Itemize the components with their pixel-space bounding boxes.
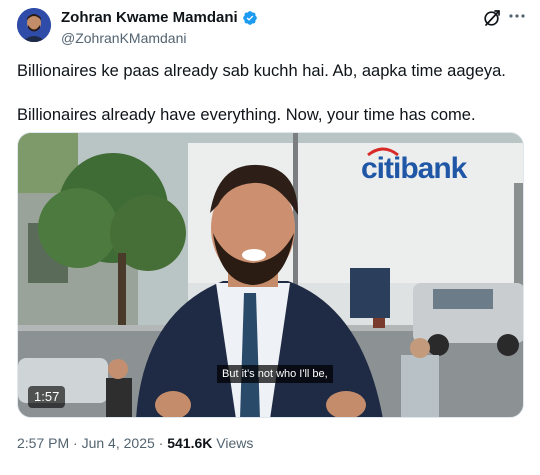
grok-icon[interactable] — [482, 8, 502, 28]
video-player[interactable]: citibank But it's not who I'll be, 1:57 — [17, 132, 524, 418]
tweet-meta: 2:57 PM · Jun 4, 2025 · 541.6K Views — [17, 434, 253, 452]
author-block: Zohran Kwame Mamdani @ZohranKMamdani — [61, 9, 258, 47]
avatar-image — [17, 8, 51, 42]
citibank-sign: citibank — [361, 152, 468, 185]
tweet-text-line-2: Billionaires already have everything. No… — [17, 106, 476, 124]
meta-separator: · — [73, 435, 78, 451]
verified-badge-icon[interactable] — [242, 10, 258, 26]
video-subtitle: But it's not who I'll be, — [217, 365, 333, 383]
meta-separator: · — [158, 435, 164, 451]
more-options-icon[interactable] — [505, 4, 529, 28]
tweet-text: Billionaires ke paas already sab kuchh h… — [17, 60, 527, 126]
tweet-time[interactable]: 2:57 PM — [17, 435, 69, 451]
tweet-text-line-1: Billionaires ke paas already sab kuchh h… — [17, 62, 506, 80]
tweet-date[interactable]: Jun 4, 2025 — [82, 435, 155, 451]
author-avatar[interactable] — [17, 8, 51, 42]
name-row: Zohran Kwame Mamdani — [61, 9, 258, 27]
author-display-name[interactable]: Zohran Kwame Mamdani — [61, 9, 238, 27]
views-count: 541.6K — [167, 435, 213, 451]
views-label: Views — [216, 435, 254, 451]
video-duration-badge: 1:57 — [28, 386, 66, 408]
author-handle[interactable]: @ZohranKMamdani — [61, 29, 258, 47]
